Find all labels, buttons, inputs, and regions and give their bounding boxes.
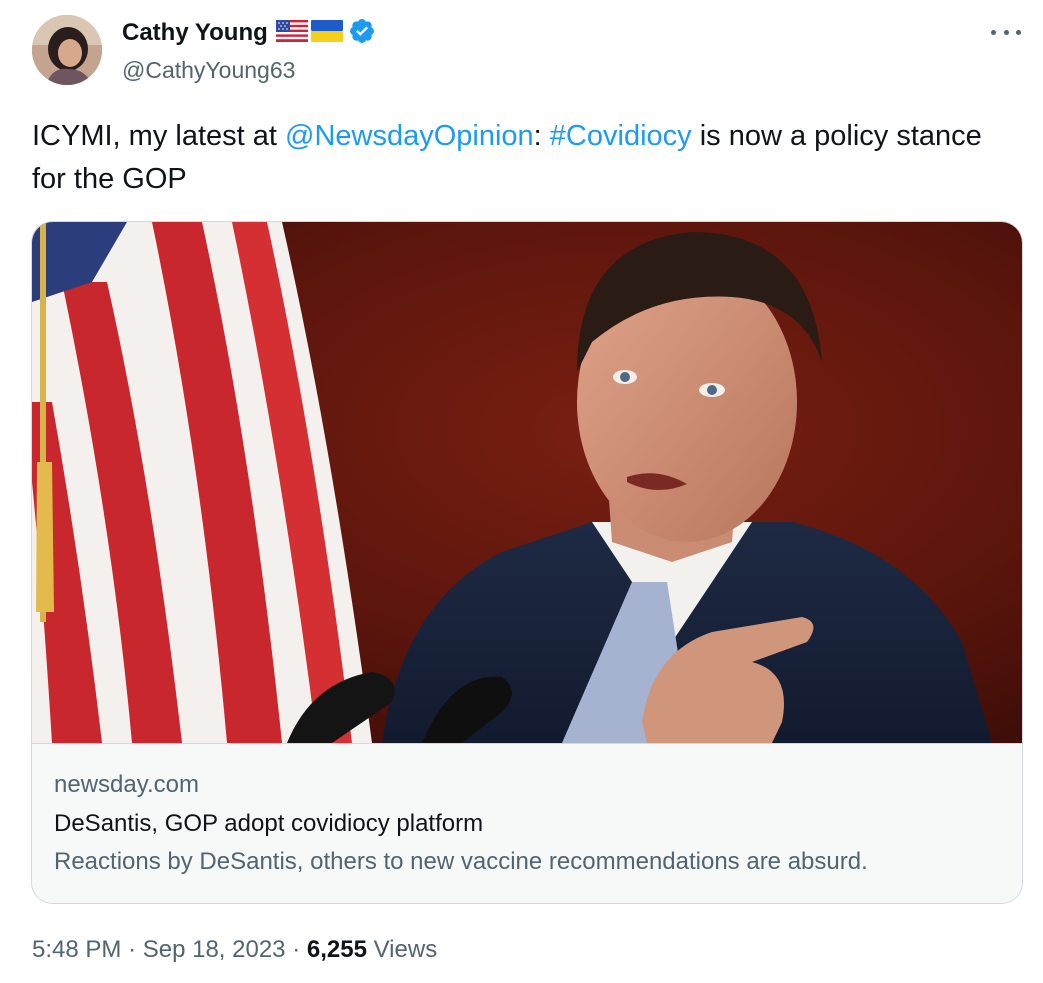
tweet-date[interactable]: Sep 18, 2023 (143, 936, 286, 963)
author-info: Cathy Young @CathyYoung63 (122, 16, 376, 85)
handle[interactable]: @CathyYoung63 (122, 55, 376, 85)
card-body[interactable]: newsday.com DeSantis, GOP adopt covidioc… (32, 744, 1022, 903)
more-dot-icon (991, 29, 996, 35)
tweet-text-segment: ICYMI, my latest at (32, 120, 285, 152)
tweet-time[interactable]: 5:48 PM (32, 936, 121, 963)
meta-separator: · (128, 936, 137, 963)
tweet-text: ICYMI, my latest at @NewsdayOpinion: #Co… (32, 115, 1012, 201)
meta-separator: · (292, 936, 301, 963)
more-dot-icon (1016, 29, 1021, 35)
hashtag-link[interactable]: #Covidiocy (550, 120, 692, 152)
tweet: Cathy Young @CathyYoung63 ICYMI, my late… (0, 0, 1043, 983)
card-description: Reactions by DeSantis, others to new vac… (54, 848, 868, 875)
ukraine-flag-icon (310, 19, 343, 47)
tweet-meta: 5:48 PM · Sep 18, 2023 · 6,255 Views (32, 934, 437, 966)
views-count[interactable]: 6,255 (307, 936, 367, 963)
card-domain: newsday.com (54, 771, 199, 798)
us-flag-icon (275, 19, 308, 47)
tweet-text-segment: : (533, 120, 550, 152)
avatar[interactable] (32, 15, 102, 85)
more-options-button[interactable] (991, 22, 1021, 42)
verified-badge-icon[interactable] (348, 17, 376, 50)
mention-link[interactable]: @NewsdayOpinion (285, 120, 534, 152)
views-label[interactable]: Views (374, 936, 438, 963)
card-image[interactable] (32, 222, 1022, 743)
card-title: DeSantis, GOP adopt covidiocy platform (54, 810, 484, 837)
link-preview-card[interactable]: newsday.com DeSantis, GOP adopt covidioc… (31, 221, 1023, 904)
more-dot-icon (1003, 29, 1009, 35)
display-name[interactable]: Cathy Young (122, 16, 268, 50)
